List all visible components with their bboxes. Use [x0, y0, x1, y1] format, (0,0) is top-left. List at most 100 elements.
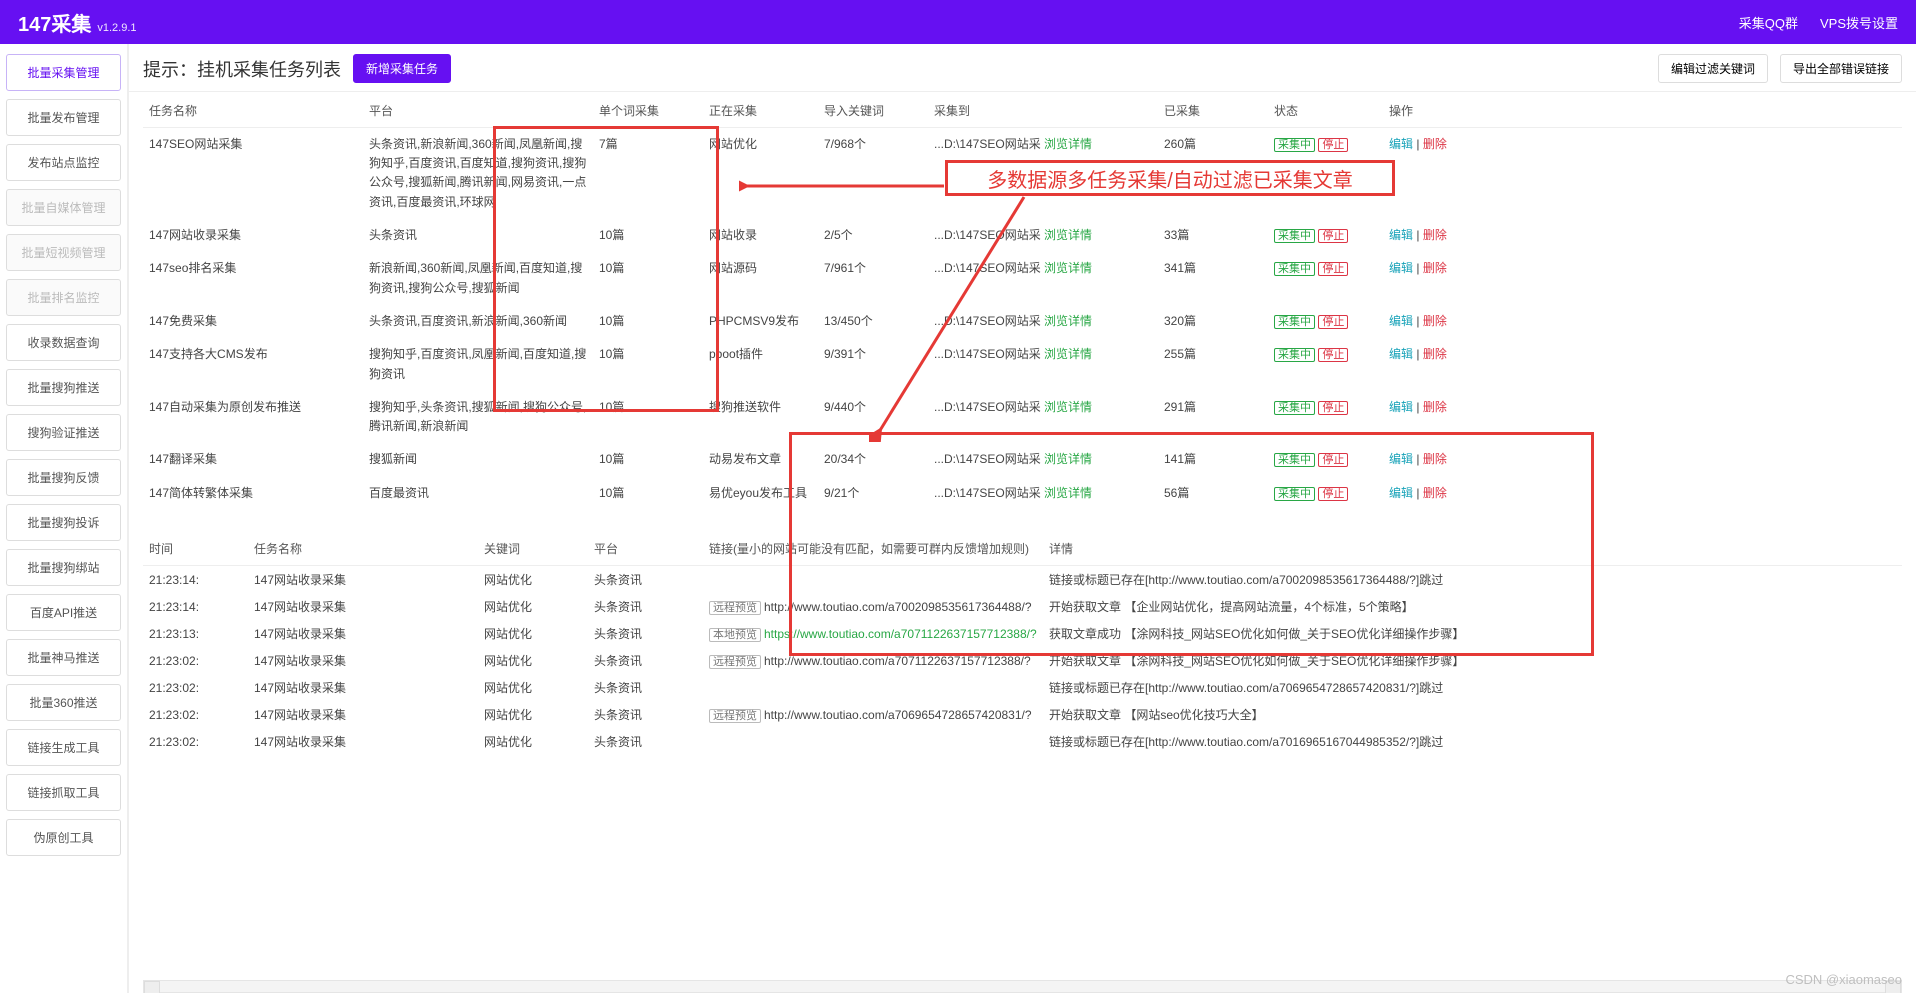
logs-header-cell: 详情 — [1043, 530, 1902, 566]
log-row: 21:23:14:147网站收录采集网站优化头条资讯链接或标题已存在[http:… — [143, 566, 1902, 594]
stop-button[interactable]: 停止 — [1318, 453, 1348, 467]
log-row: 21:23:02:147网站收录采集网站优化头条资讯链接或标题已存在[http:… — [143, 728, 1902, 755]
preview-badge[interactable]: 远程预览 — [709, 709, 761, 723]
delete-link[interactable]: 删除 — [1423, 261, 1447, 275]
browse-detail-link[interactable]: 浏览详情 — [1044, 486, 1092, 500]
status-badge: 采集中 — [1274, 401, 1315, 415]
edit-link[interactable]: 编辑 — [1389, 347, 1413, 361]
table-row: 147seo排名采集新浪新闻,360新闻,凤凰新闻,百度知道,搜狗资讯,搜狗公众… — [143, 252, 1902, 304]
stop-button[interactable]: 停止 — [1318, 229, 1348, 243]
delete-link[interactable]: 删除 — [1423, 314, 1447, 328]
delete-link[interactable]: 删除 — [1423, 347, 1447, 361]
delete-link[interactable]: 删除 — [1423, 452, 1447, 466]
sidebar-item-15[interactable]: 链接生成工具 — [6, 729, 121, 766]
sidebar-item-13[interactable]: 批量神马推送 — [6, 639, 121, 676]
log-detail: 开始获取文章 【企业网站优化，提高网站流量，4个标准，5个策略】 — [1043, 593, 1902, 620]
tasks-header-cell: 已采集 — [1158, 92, 1268, 128]
browse-detail-link[interactable]: 浏览详情 — [1044, 400, 1092, 414]
edit-link[interactable]: 编辑 — [1389, 486, 1413, 500]
stop-button[interactable]: 停止 — [1318, 138, 1348, 152]
log-row: 21:23:13:147网站收录采集网站优化头条资讯本地预览https://ww… — [143, 620, 1902, 647]
delete-link[interactable]: 删除 — [1423, 137, 1447, 151]
toolbar: 提示：挂机采集任务列表 新增采集任务 编辑过滤关键词 导出全部错误链接 — [129, 44, 1916, 92]
log-detail: 开始获取文章 【涂网科技_网站SEO优化如何做_关于SEO优化详细操作步骤】 — [1043, 647, 1902, 674]
sidebar-item-6[interactable]: 收录数据查询 — [6, 324, 121, 361]
stop-button[interactable]: 停止 — [1318, 401, 1348, 415]
sidebar-item-4: 批量短视频管理 — [6, 234, 121, 271]
sidebar-item-1[interactable]: 批量发布管理 — [6, 99, 121, 136]
log-detail: 获取文章成功 【涂网科技_网站SEO优化如何做_关于SEO优化详细操作步骤】 — [1043, 620, 1902, 647]
table-row: 147SEO网站采集头条资讯,新浪新闻,360新闻,凤凰新闻,搜狗知乎,百度资讯… — [143, 128, 1902, 219]
log-row: 21:23:02:147网站收录采集网站优化头条资讯链接或标题已存在[http:… — [143, 674, 1902, 701]
sidebar-item-11[interactable]: 批量搜狗绑站 — [6, 549, 121, 586]
stop-button[interactable]: 停止 — [1318, 487, 1348, 501]
sidebar-item-16[interactable]: 链接抓取工具 — [6, 774, 121, 811]
edit-link[interactable]: 编辑 — [1389, 314, 1413, 328]
delete-link[interactable]: 删除 — [1423, 228, 1447, 242]
tasks-header-cell: 单个词采集 — [593, 92, 703, 128]
edit-link[interactable]: 编辑 — [1389, 261, 1413, 275]
preview-badge[interactable]: 远程预览 — [709, 655, 761, 669]
status-badge: 采集中 — [1274, 315, 1315, 329]
edit-link[interactable]: 编辑 — [1389, 452, 1413, 466]
top-link-vps[interactable]: VPS拨号设置 — [1820, 13, 1898, 32]
delete-link[interactable]: 删除 — [1423, 400, 1447, 414]
sidebar-item-5: 批量排名监控 — [6, 279, 121, 316]
browse-detail-link[interactable]: 浏览详情 — [1044, 137, 1092, 151]
browse-detail-link[interactable]: 浏览详情 — [1044, 452, 1092, 466]
table-row: 147翻译采集搜狐新闻10篇动易发布文章20/34个...D:\147SEO网站… — [143, 443, 1902, 477]
browse-detail-link[interactable]: 浏览详情 — [1044, 228, 1092, 242]
new-task-button[interactable]: 新增采集任务 — [353, 54, 451, 83]
brand-name: 147采集 — [18, 8, 91, 37]
status-badge: 采集中 — [1274, 348, 1315, 362]
logs-table: 时间任务名称关键词平台链接(量小的网站可能没有匹配，如需要可群内反馈增加规则)详… — [143, 530, 1902, 755]
sidebar-item-14[interactable]: 批量360推送 — [6, 684, 121, 721]
top-link-qq[interactable]: 采集QQ群 — [1739, 13, 1798, 32]
sidebar-item-0[interactable]: 批量采集管理 — [6, 54, 121, 91]
log-detail: 链接或标题已存在[http://www.toutiao.com/a7069654… — [1043, 674, 1902, 701]
sidebar: 批量采集管理批量发布管理发布站点监控批量自媒体管理批量短视频管理批量排名监控收录… — [0, 44, 128, 993]
edit-link[interactable]: 编辑 — [1389, 228, 1413, 242]
log-detail: 链接或标题已存在[http://www.toutiao.com/a7002098… — [1043, 566, 1902, 594]
sidebar-item-7[interactable]: 批量搜狗推送 — [6, 369, 121, 406]
stop-button[interactable]: 停止 — [1318, 348, 1348, 362]
sidebar-item-2[interactable]: 发布站点监控 — [6, 144, 121, 181]
top-links: 采集QQ群 VPS拨号设置 — [1739, 13, 1898, 32]
tasks-header-cell: 操作 — [1383, 92, 1902, 128]
stop-button[interactable]: 停止 — [1318, 262, 1348, 276]
sidebar-item-17[interactable]: 伪原创工具 — [6, 819, 121, 856]
browse-detail-link[interactable]: 浏览详情 — [1044, 347, 1092, 361]
table-row: 147支持各大CMS发布搜狗知乎,百度资讯,凤凰新闻,百度知道,搜狗资讯10篇p… — [143, 338, 1902, 390]
sidebar-item-3: 批量自媒体管理 — [6, 189, 121, 226]
sidebar-item-8[interactable]: 搜狗验证推送 — [6, 414, 121, 451]
export-errors-button[interactable]: 导出全部错误链接 — [1780, 54, 1902, 83]
log-url[interactable]: http://www.toutiao.com/a7002098535617364… — [764, 600, 1032, 614]
edit-link[interactable]: 编辑 — [1389, 137, 1413, 151]
logs-header-cell: 关键词 — [478, 530, 588, 566]
status-badge: 采集中 — [1274, 453, 1315, 467]
log-url[interactable]: https://www.toutiao.com/a707112263715771… — [764, 627, 1037, 641]
delete-link[interactable]: 删除 — [1423, 486, 1447, 500]
logs-header-cell: 时间 — [143, 530, 248, 566]
sidebar-item-10[interactable]: 批量搜狗投诉 — [6, 504, 121, 541]
toolbar-hint: 提示：挂机采集任务列表 — [143, 56, 341, 82]
preview-badge[interactable]: 本地预览 — [709, 628, 761, 642]
browse-detail-link[interactable]: 浏览详情 — [1044, 314, 1092, 328]
sidebar-item-12[interactable]: 百度API推送 — [6, 594, 121, 631]
watermark: CSDN @xiaomaseo — [1785, 972, 1902, 987]
horizontal-scrollbar[interactable] — [143, 980, 1902, 993]
status-badge: 采集中 — [1274, 487, 1315, 501]
edit-link[interactable]: 编辑 — [1389, 400, 1413, 414]
log-url[interactable]: http://www.toutiao.com/a7069654728657420… — [764, 708, 1032, 722]
browse-detail-link[interactable]: 浏览详情 — [1044, 261, 1092, 275]
log-detail: 开始获取文章 【网站seo优化技巧大全】 — [1043, 701, 1902, 728]
log-row: 21:23:02:147网站收录采集网站优化头条资讯远程预览http://www… — [143, 647, 1902, 674]
status-badge: 采集中 — [1274, 138, 1315, 152]
log-url[interactable]: http://www.toutiao.com/a7071122637157712… — [764, 654, 1031, 668]
status-badge: 采集中 — [1274, 262, 1315, 276]
edit-filter-button[interactable]: 编辑过滤关键词 — [1658, 54, 1768, 83]
sidebar-item-9[interactable]: 批量搜狗反馈 — [6, 459, 121, 496]
tasks-header-cell: 导入关键词 — [818, 92, 928, 128]
stop-button[interactable]: 停止 — [1318, 315, 1348, 329]
preview-badge[interactable]: 远程预览 — [709, 601, 761, 615]
